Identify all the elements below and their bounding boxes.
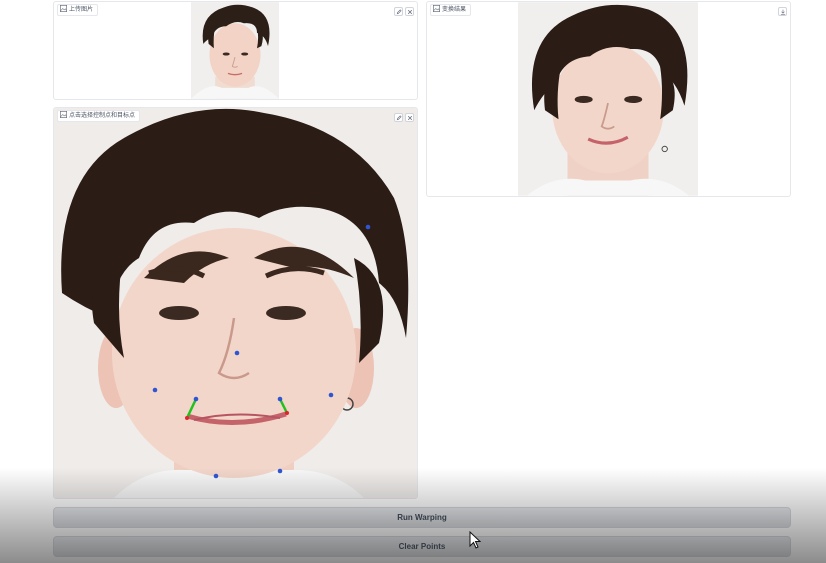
editor-tool-buttons [394,113,414,122]
upload-panel-label: 上传图片 [57,4,99,16]
warped-face-image [518,2,698,196]
pencil-icon [396,114,402,120]
run-warping-button[interactable]: Run Warping [53,507,791,528]
edit-button[interactable] [394,7,403,16]
editor-panel-label-text: 点击选择控制点和目标点 [69,113,136,119]
editor-panel-label: 点击选择控制点和目标点 [57,110,141,122]
close-icon [407,115,412,120]
download-button[interactable] [778,7,787,16]
result-panel-label: 变换结果 [430,4,472,16]
upload-tool-buttons [394,7,414,16]
close-icon [407,9,412,14]
result-tool-buttons [778,7,787,16]
clear-image-button[interactable] [405,113,414,122]
warp-result-panel: 变换结果 [426,1,791,197]
pencil-icon [396,8,402,14]
image-icon [433,5,440,12]
clear-image-button[interactable] [405,7,414,16]
editable-face-image[interactable] [54,108,417,498]
edit-button[interactable] [394,113,403,122]
image-icon [60,5,67,12]
upload-image-panel[interactable]: 上传图片 [53,1,418,100]
uploaded-face-image [191,2,279,99]
result-panel-label-text: 变换结果 [442,7,467,13]
control-points-panel[interactable]: 点击选择控制点和目标点 [53,107,418,499]
download-icon [780,9,785,15]
mouse-cursor-icon [469,531,481,549]
upload-panel-label-text: 上传图片 [69,7,94,13]
clear-points-button[interactable]: Clear Points [53,536,791,557]
image-icon [60,111,67,118]
